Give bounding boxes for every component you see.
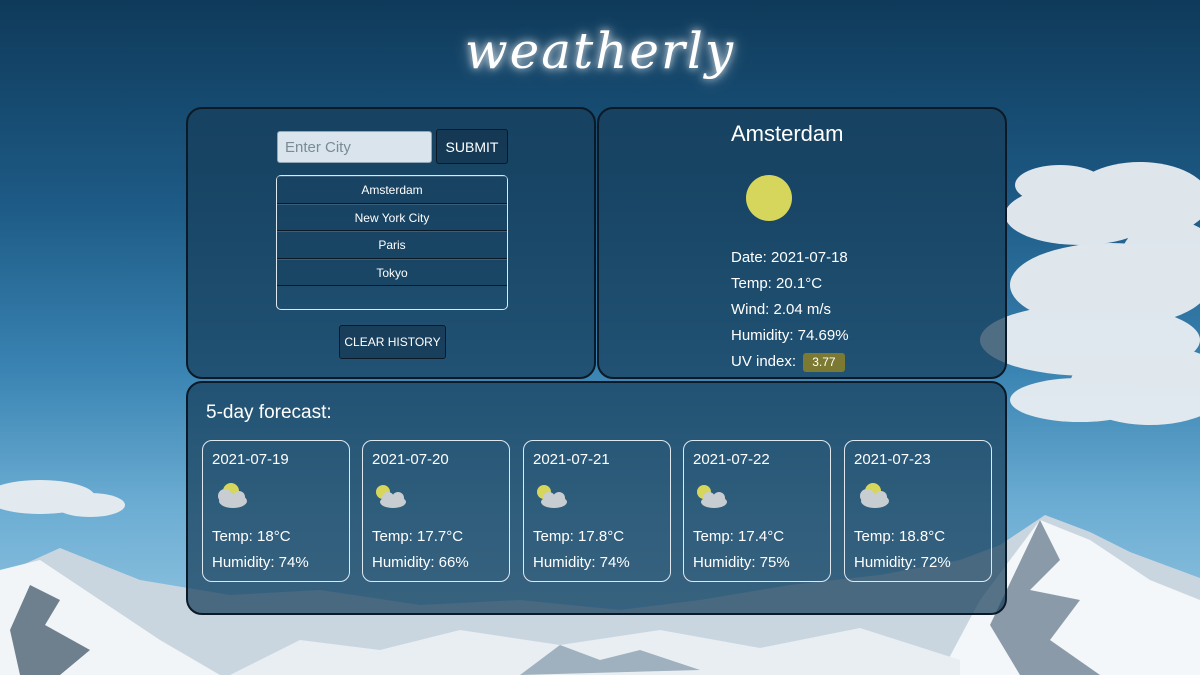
uv-index-badge: 3.77 xyxy=(803,353,845,372)
current-temp: Temp: 20.1°C xyxy=(731,275,823,292)
forecast-temp: Temp: 17.8°C xyxy=(533,528,625,545)
forecast-card: 2021-07-22 Temp: 17.4°C Humidity: 75% xyxy=(683,440,831,582)
app-title: weatherly xyxy=(464,22,736,80)
forecast-date: 2021-07-23 xyxy=(854,451,931,468)
submit-button[interactable]: SUBMIT xyxy=(436,129,508,164)
partly-cloudy-icon xyxy=(697,485,727,508)
history-item-amsterdam[interactable]: Amsterdam xyxy=(277,176,507,204)
forecast-card: 2021-07-23 Temp: 18.8°C Humidity: 72% xyxy=(844,440,992,582)
forecast-panel: 5-day forecast: 2021-07-19 Temp: 18°C Hu… xyxy=(186,381,1007,615)
forecast-temp: Temp: 17.7°C xyxy=(372,528,464,545)
forecast-heading: 5-day forecast: xyxy=(206,402,332,423)
forecast-card: 2021-07-21 Temp: 17.8°C Humidity: 74% xyxy=(523,440,671,582)
current-stats: Date: 2021-07-18 Temp: 20.1°C Wind: 2.04… xyxy=(731,245,849,375)
forecast-temp: Temp: 17.4°C xyxy=(693,528,785,545)
sun-icon xyxy=(746,175,792,221)
history-item-new-york-city[interactable]: New York City xyxy=(277,203,507,231)
uv-label: UV index: xyxy=(731,353,797,370)
forecast-date: 2021-07-22 xyxy=(693,451,770,468)
forecast-humidity: Humidity: 72% xyxy=(854,554,951,571)
forecast-humidity: Humidity: 74% xyxy=(212,554,309,571)
forecast-date: 2021-07-19 xyxy=(212,451,289,468)
forecast-card: 2021-07-19 Temp: 18°C Humidity: 74% xyxy=(202,440,350,582)
forecast-card: 2021-07-20 Temp: 17.7°C Humidity: 66% xyxy=(362,440,510,582)
partly-cloudy-icon xyxy=(218,483,247,508)
current-city-name: Amsterdam xyxy=(731,121,844,146)
current-wind: Wind: 2.04 m/s xyxy=(731,301,832,318)
search-panel: SUBMIT Amsterdam New York City Paris Tok… xyxy=(186,107,596,379)
forecast-humidity: Humidity: 75% xyxy=(693,554,790,571)
history-item-paris[interactable]: Paris xyxy=(277,231,507,259)
clear-history-button[interactable]: CLEAR HISTORY xyxy=(339,325,446,359)
city-search-input[interactable] xyxy=(277,131,432,163)
forecast-temp: Temp: 18°C xyxy=(212,528,291,545)
forecast-date: 2021-07-21 xyxy=(533,451,610,468)
current-uv: UV index: 3.77 xyxy=(731,349,849,375)
history-item-tokyo[interactable]: Tokyo xyxy=(277,258,507,286)
partly-cloudy-icon xyxy=(537,485,567,508)
current-humidity: Humidity: 74.69% xyxy=(731,327,849,344)
forecast-temp: Temp: 18.8°C xyxy=(854,528,946,545)
search-history-list: Amsterdam New York City Paris Tokyo xyxy=(276,175,508,310)
forecast-humidity: Humidity: 66% xyxy=(372,554,469,571)
current-weather-panel: Amsterdam Date: 2021-07-18 Temp: 20.1°C … xyxy=(597,107,1007,379)
forecast-humidity: Humidity: 74% xyxy=(533,554,630,571)
partly-cloudy-icon xyxy=(376,485,406,508)
current-date: Date: 2021-07-18 xyxy=(731,249,848,266)
forecast-date: 2021-07-20 xyxy=(372,451,449,468)
partly-cloudy-icon xyxy=(860,483,889,508)
